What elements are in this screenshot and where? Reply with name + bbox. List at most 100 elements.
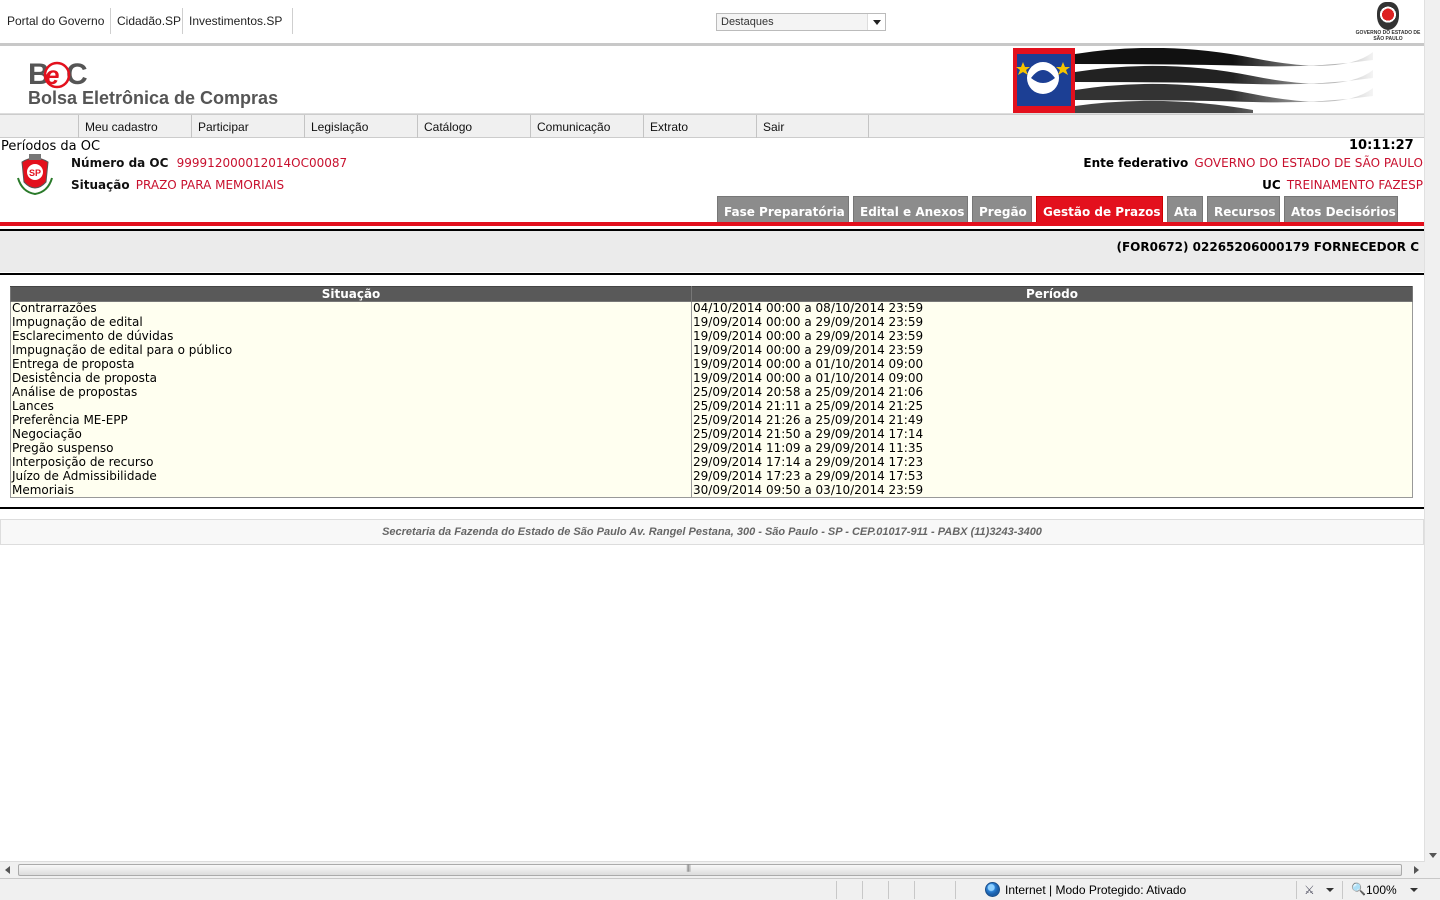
- oc-number-field: Número da OC 999912000012014OC00087: [71, 156, 347, 170]
- scroll-down-arrow-icon[interactable]: [1429, 853, 1437, 858]
- separator: [862, 881, 863, 899]
- fornecedor-id: (FOR0672) 02265206000179 FORNECEDOR C: [1116, 240, 1419, 254]
- tab-atos-decisorios[interactable]: Atos Decisórios: [1284, 196, 1398, 222]
- menu-item-participar[interactable]: Participar: [191, 115, 304, 138]
- periodo-cell: 25/09/2014 21:11 a 25/09/2014 21:25: [691, 399, 1413, 414]
- menu-item-comunicacao[interactable]: Comunicação: [530, 115, 643, 138]
- oc-status-field: Situação PRAZO PARA MEMORIAIS: [71, 178, 284, 192]
- vertical-scrollbar[interactable]: [1424, 0, 1440, 862]
- browser-status-bar: Internet | Modo Protegido: Ativado ⚔ 🔍 1…: [0, 878, 1440, 900]
- globe-icon: [985, 882, 1000, 897]
- destaques-selected-value: Destaques: [721, 16, 774, 28]
- tab-ata[interactable]: Ata: [1167, 196, 1203, 222]
- tab-underline-bar: [0, 222, 1424, 226]
- table-row: Interposição de recurso 29/09/2014 17:14 …: [10, 455, 1413, 470]
- zoom-level[interactable]: 100%: [1366, 883, 1397, 897]
- situacao-cell: Preferência ME-EPP: [10, 413, 692, 428]
- sp-coat-of-arms-icon: [1377, 2, 1399, 30]
- menu-item-extrato[interactable]: Extrato: [643, 115, 756, 138]
- uc-label: UC: [1262, 178, 1281, 192]
- security-icon[interactable]: ⚔: [1304, 883, 1320, 897]
- situacao-cell: Lances: [10, 399, 692, 414]
- divider: [0, 507, 1424, 509]
- menu-item-meu-cadastro[interactable]: Meu cadastro: [78, 115, 191, 138]
- periodo-cell: 19/09/2014 00:00 a 01/10/2014 09:00: [691, 371, 1413, 386]
- table-row: Análise de propostas 25/09/2014 20:58 a 2…: [10, 385, 1413, 400]
- security-zone-text: Internet | Modo Protegido: Ativado: [1005, 883, 1187, 897]
- situacao-cell: Contrarrazões: [10, 301, 692, 316]
- uc-field: UC TREINAMENTO FAZESP: [1262, 178, 1423, 192]
- periodo-cell: 25/09/2014 21:26 a 25/09/2014 21:49: [691, 413, 1413, 428]
- link-cidadao-sp[interactable]: Cidadão.SP: [117, 14, 181, 28]
- separator: [110, 8, 111, 34]
- situacao-cell: Interposição de recurso: [10, 455, 692, 470]
- periodo-cell: 29/09/2014 11:09 a 29/09/2014 11:35: [691, 441, 1413, 456]
- separator: [836, 881, 837, 899]
- destaques-select[interactable]: Destaques: [716, 13, 886, 31]
- link-investimentos-sp[interactable]: Investimentos.SP: [189, 14, 282, 28]
- government-top-bar: Portal do Governo Cidadão.SP Investiment…: [0, 0, 1424, 46]
- table-row: Lances 25/09/2014 21:11 a 25/09/2014 21:2…: [10, 399, 1413, 414]
- menu-item-sair[interactable]: Sair: [756, 115, 869, 138]
- sp-coat-of-arms-icon: SP: [17, 154, 53, 196]
- tab-pregao[interactable]: Pregão: [972, 196, 1032, 222]
- tab-fase-preparatoria[interactable]: Fase Preparatória: [717, 196, 849, 222]
- seal-caption: GOVERNO DO ESTADO DE SÃO PAULO: [1355, 30, 1421, 42]
- column-header-periodo: Período: [691, 286, 1413, 302]
- link-portal-do-governo[interactable]: Portal do Governo: [7, 14, 104, 28]
- footer-address: Secretaria da Fazenda do Estado de São P…: [0, 519, 1424, 545]
- periodo-cell: 25/09/2014 21:50 a 29/09/2014 17:14: [691, 427, 1413, 442]
- situacao-cell: Entrega de proposta: [10, 357, 692, 372]
- table-row: Negociação 25/09/2014 21:50 a 29/09/2014 …: [10, 427, 1413, 442]
- chevron-down-icon[interactable]: [1410, 888, 1418, 892]
- table-row: Memoriais 30/09/2014 09:50 a 03/10/2014 2…: [10, 483, 1413, 498]
- zoom-icon[interactable]: 🔍: [1351, 882, 1366, 896]
- periodo-cell: 19/09/2014 00:00 a 01/10/2014 09:00: [691, 357, 1413, 372]
- situacao-cell: Juízo de Admissibilidade: [10, 469, 692, 484]
- clock: 10:11:27: [1349, 138, 1414, 153]
- tab-gestao-de-prazos[interactable]: Gestão de Prazos: [1036, 196, 1163, 222]
- government-seal-logo[interactable]: GOVERNO DO ESTADO DE SÃO PAULO: [1352, 2, 1424, 46]
- situacao-cell: Desistência de proposta: [10, 371, 692, 386]
- uc-value: TREINAMENTO FAZESP: [1286, 178, 1423, 192]
- periodo-cell: 25/09/2014 20:58 a 25/09/2014 21:06: [691, 385, 1413, 400]
- bec-logo-icon[interactable]: B e C: [28, 56, 98, 90]
- separator: [955, 881, 956, 899]
- separator: [182, 8, 183, 34]
- scroll-left-arrow-icon[interactable]: [5, 866, 10, 874]
- periodo-cell: 19/09/2014 00:00 a 29/09/2014 23:59: [691, 329, 1413, 344]
- horizontal-scroll-thumb[interactable]: [18, 864, 1402, 876]
- situacao-cell: Memoriais: [10, 483, 692, 498]
- situacao-cell: Análise de propostas: [10, 385, 692, 400]
- oc-number-value: 999912000012014OC00087: [176, 156, 348, 170]
- header-band: B e C Bolsa Eletrônica de Compras: [0, 48, 1424, 114]
- table-row: Contrarrazões 04/10/2014 00:00 a 08/10/20…: [10, 301, 1413, 316]
- divider: [0, 273, 1424, 275]
- ente-federativo-field: Ente federativo GOVERNO DO ESTADO DE SÃO…: [1083, 156, 1423, 170]
- separator: [292, 8, 293, 34]
- fornecedor-band: (FOR0672) 02265206000179 FORNECEDOR C: [0, 229, 1424, 272]
- tab-recursos[interactable]: Recursos: [1207, 196, 1280, 222]
- column-header-situacao: Situação: [10, 286, 692, 302]
- table-header-row: Situação Período: [10, 286, 1413, 302]
- oc-status-value: PRAZO PARA MEMORIAIS: [135, 178, 285, 192]
- svg-text:SP: SP: [29, 168, 41, 178]
- oc-number-label: Número da OC: [71, 156, 169, 170]
- periodo-cell: 30/09/2014 09:50 a 03/10/2014 23:59: [691, 483, 1413, 498]
- chevron-down-icon[interactable]: [867, 14, 885, 30]
- scroll-right-arrow-icon[interactable]: [1414, 866, 1419, 874]
- table-row: Impugnação de edital 19/09/2014 00:00 a 2…: [10, 315, 1413, 330]
- separator: [1296, 881, 1297, 899]
- table-row: Entrega de proposta 19/09/2014 00:00 a 01…: [10, 357, 1413, 372]
- table-row: Impugnação de edital para o público 19/09…: [10, 343, 1413, 358]
- menu-item-legislacao[interactable]: Legislação: [304, 115, 417, 138]
- periodo-cell: 04/10/2014 00:00 a 08/10/2014 23:59: [691, 301, 1413, 316]
- horizontal-scrollbar[interactable]: |||: [0, 861, 1424, 878]
- tab-edital-e-anexos[interactable]: Edital e Anexos: [853, 196, 968, 222]
- situacao-cell: Pregão suspenso: [10, 441, 692, 456]
- situacao-cell: Impugnação de edital para o público: [10, 343, 692, 358]
- sao-paulo-flag-banner: [1013, 48, 1373, 113]
- chevron-down-icon[interactable]: [1326, 888, 1334, 892]
- menu-item-catalogo[interactable]: Catálogo: [417, 115, 530, 138]
- situacao-cell: Impugnação de edital: [10, 315, 692, 330]
